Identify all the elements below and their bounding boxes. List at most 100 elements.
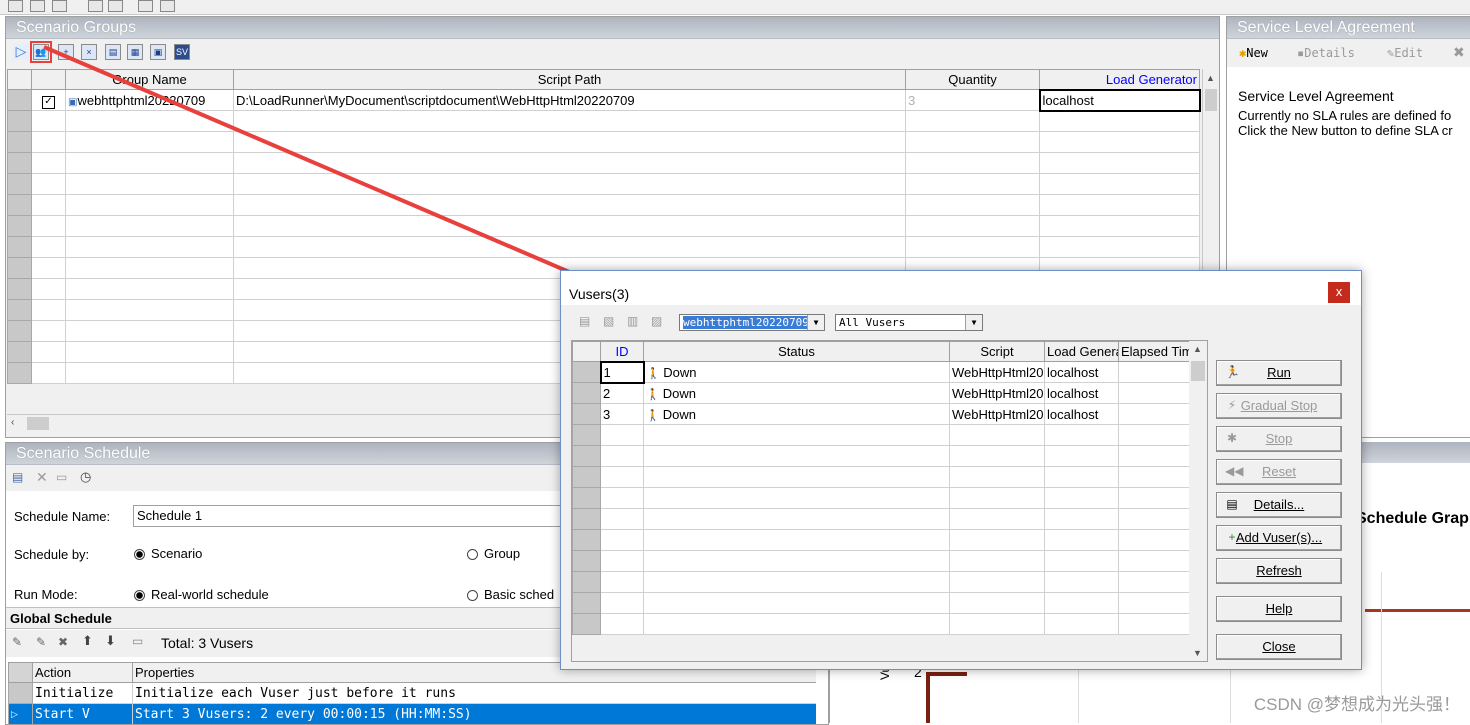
id-cell: 3 [600,403,644,425]
status-cell: 🚶 Down [643,382,950,404]
watermark: CSDN @梦想成为光头强！ [1253,695,1460,714]
row-header [572,361,601,383]
empty-cell [600,613,644,635]
empty-cell [1118,592,1190,614]
empty-row [572,550,1190,572]
close-button[interactable]: Close [1216,634,1342,660]
row-header [572,445,601,467]
down-status-icon: 🚶 [646,388,663,401]
vusers-vertical-scrollbar[interactable]: ▲ ▼ [1189,340,1208,662]
id-cell: 2 [600,382,644,404]
id-cell: 1 [599,360,645,384]
status-filter-select[interactable]: All Vusers ▼ [835,314,983,331]
chevron-down-icon[interactable]: ▼ [807,315,824,330]
row-header [572,571,601,593]
empty-cell [1044,529,1119,551]
group-filter-select[interactable]: webhttphtml20220709 ▼ [679,314,825,331]
empty-row [572,445,1190,467]
empty-cell [1044,424,1119,446]
hide-vuser-icon[interactable]: ▨ [651,314,662,328]
empty-cell [643,445,950,467]
row-header [572,487,601,509]
status-text: Down [662,385,697,401]
empty-cell [600,445,644,467]
scroll-thumb[interactable] [1191,361,1205,381]
empty-cell [949,550,1045,572]
empty-cell [1118,529,1190,551]
column-header[interactable]: Elapsed Tim [1118,341,1190,362]
down-status-icon: 🚶 [646,367,664,380]
empty-cell [1044,613,1119,635]
empty-cell [1044,487,1119,509]
run-vuser-icon[interactable]: ▤ [579,314,590,328]
run-button[interactable]: 🏃 Run [1216,360,1342,386]
dialog-toolbar: ▤ ▧ ▥ ▨ webhttphtml20220709 ▼ All Vusers ▼ [569,309,1349,335]
help-button[interactable]: Help [1216,596,1342,622]
status-text: Down [662,406,697,422]
empty-cell [643,592,950,614]
empty-cell [949,571,1045,593]
empty-cell [949,466,1045,488]
details-button[interactable]: ▤ Details... [1216,492,1342,518]
row-header [572,529,601,551]
refresh-button[interactable]: Refresh [1216,558,1342,584]
empty-cell [1118,487,1190,509]
empty-cell [1118,424,1190,446]
gradual-stop-button[interactable]: ⚡ Gradual Stop [1216,393,1342,419]
empty-cell [600,592,644,614]
scroll-down-icon[interactable]: ▼ [1193,648,1202,658]
chevron-down-icon[interactable]: ▼ [965,315,982,330]
empty-row [572,529,1190,551]
script-cell: WebHttpHtml20 [949,403,1045,425]
vusers-dialog: Vusers(3) x ▤ ▧ ▥ ▨ webhttphtml20220709 ▼… [560,270,1362,670]
show-vuser-icon[interactable]: ▥ [627,314,638,328]
empty-row [572,508,1190,530]
stop-vuser-icon[interactable]: ▧ [603,314,614,328]
column-header[interactable]: Script [949,341,1045,362]
elapsed-cell [1118,403,1190,425]
empty-cell [600,466,644,488]
empty-cell [949,613,1045,635]
stop-button[interactable]: ✱ Stop [1216,426,1342,452]
row-header [572,424,601,446]
empty-cell [1044,592,1119,614]
empty-cell [600,424,644,446]
dialog-title: Vusers(3) [561,271,1361,305]
empty-cell [600,571,644,593]
column-header[interactable]: Status [643,341,950,362]
add-vusers-button[interactable]: + Add Vuser(s)... [1216,525,1342,551]
close-icon[interactable]: x [1328,282,1350,303]
add-user-icon: + [1228,530,1236,544]
row-header [572,382,601,404]
down-status-icon: 🚶 [646,409,663,422]
empty-row [572,487,1190,509]
reset-button[interactable]: ◀◀ Reset [1216,459,1342,485]
empty-row [572,592,1190,614]
empty-cell [1118,445,1190,467]
column-header[interactable]: Load Generat [1044,341,1119,362]
empty-row [572,571,1190,593]
empty-cell [1118,571,1190,593]
status-cell: 🚶 Down [643,361,950,383]
vuser-row[interactable]: 2 🚶 Down WebHttpHtml20 localhost [572,382,1190,404]
row-header [572,466,601,488]
elapsed-cell [1118,382,1190,404]
empty-cell [643,529,950,551]
row-header [572,550,601,572]
empty-cell [600,508,644,530]
vuser-row[interactable]: 1 🚶 Down WebHttpHtml20 localhost [572,360,1190,384]
scroll-up-icon[interactable]: ▲ [1193,344,1202,354]
row-header [572,613,601,635]
load-generator-cell: localhost [1044,382,1119,404]
empty-row [572,613,1190,635]
empty-cell [1044,445,1119,467]
row-header [572,403,601,425]
empty-cell [643,550,950,572]
empty-row [572,466,1190,488]
status-cell: 🚶 Down [643,403,950,425]
corner-header [572,341,601,362]
vuser-row[interactable]: 3 🚶 Down WebHttpHtml20 localhost [572,403,1190,425]
column-header[interactable]: ID [600,341,644,362]
vusers-grid: ID Status Script Load Generat Elapsed Ti… [571,340,1191,662]
empty-cell [949,487,1045,509]
